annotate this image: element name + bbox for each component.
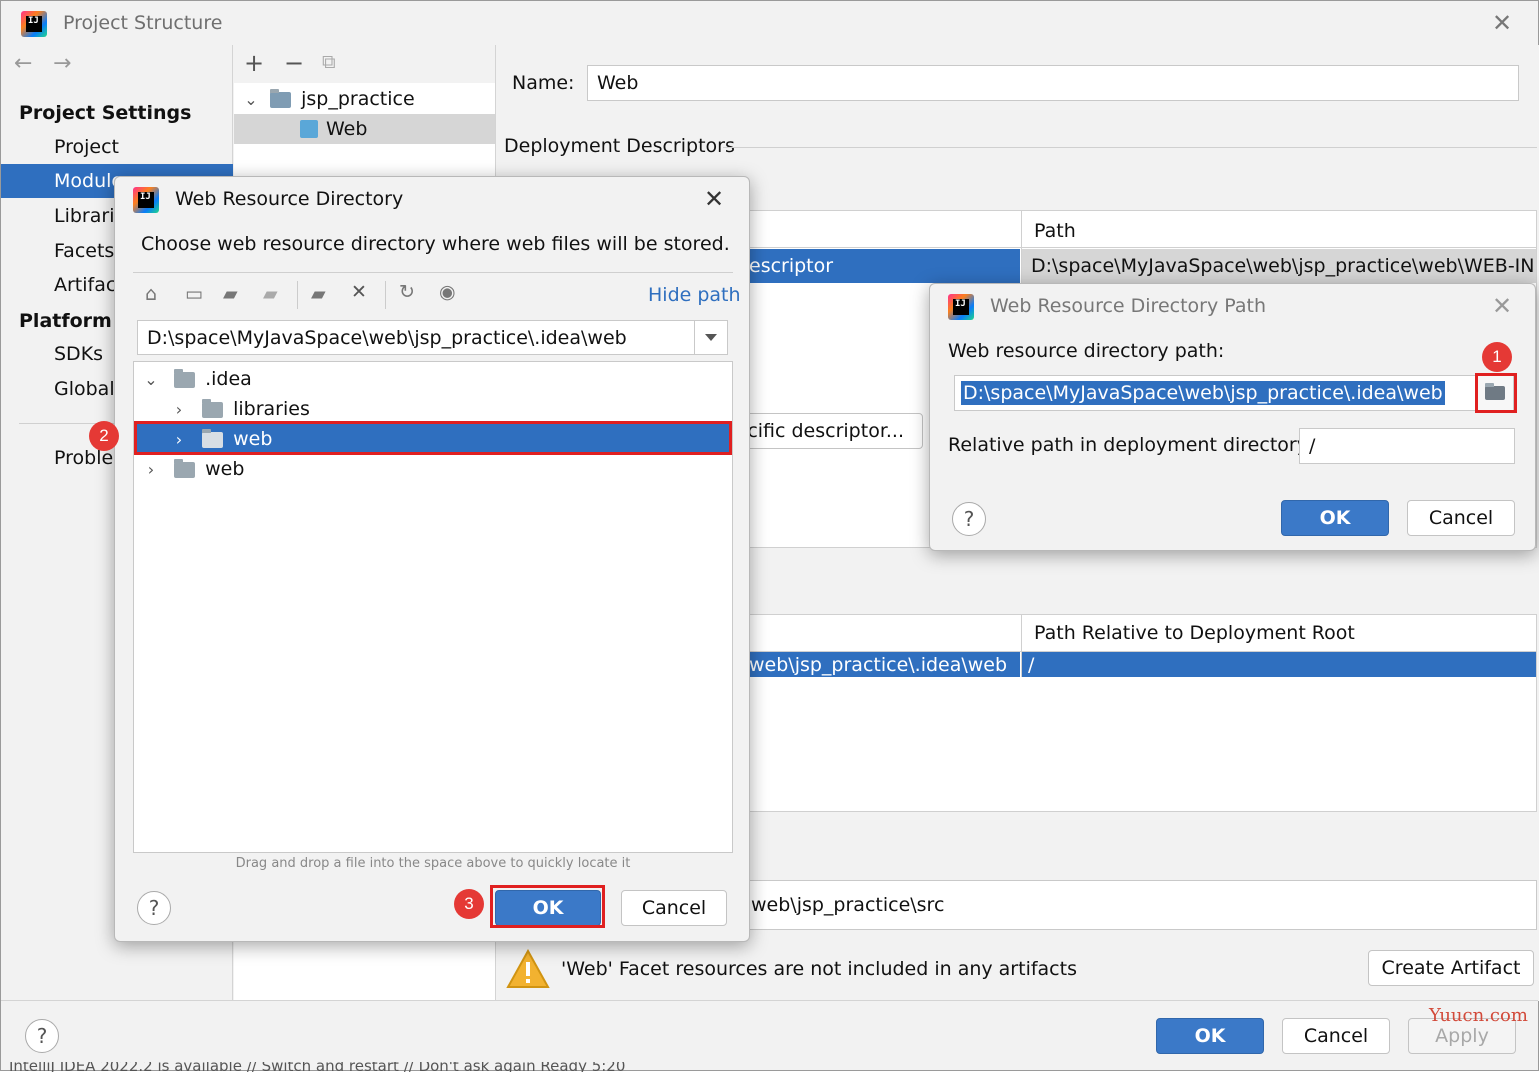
tree-node-label: Web [326,118,368,140]
chevron-down-icon: ⌄ [144,370,158,389]
drag-drop-hint: Drag and drop a file into the space abov… [235,856,631,871]
nav-item-project[interactable]: Project [1,130,233,164]
step-marker-1: 1 [1482,342,1512,372]
path-cancel-button[interactable]: Cancel [1407,500,1515,536]
tree-node-libraries[interactable]: › libraries [170,394,310,424]
chevron-right-icon: › [147,460,155,479]
web-resource-directory-dialog: IJ Web Resource Directory ✕ Choose web r… [114,176,750,942]
chooser-cancel-button[interactable]: Cancel [621,890,727,926]
highlight-web-folder [134,421,732,455]
tree-node-jsp-practice[interactable]: ⌄ jsp_practice [242,84,415,114]
highlight-ok-button [490,885,605,928]
help-icon[interactable]: ? [25,1019,59,1053]
folder-icon [174,368,196,388]
help-icon[interactable]: ? [137,891,171,925]
help-icon[interactable]: ? [952,502,986,536]
intellij-logo-icon: IJ [21,11,47,37]
show-hidden-icon[interactable]: ◉ [439,281,456,303]
create-artifact-button[interactable]: Create Artifact [1368,950,1534,986]
selected-path-text: D:\space\MyJavaSpace\web\jsp_practice\.i… [961,381,1445,405]
descriptor-row-path[interactable]: D:\space\MyJavaSpace\web\jsp_practice\we… [1022,249,1536,283]
remove-icon[interactable]: − [284,49,304,77]
resource-row-relative[interactable]: / [1022,652,1536,677]
add-icon[interactable]: + [244,49,264,77]
tree-node-idea[interactable]: ⌄ .idea [142,364,252,394]
tree-node-web[interactable]: Web [300,114,367,144]
hide-path-link[interactable]: Hide path [648,284,741,306]
ok-button[interactable]: OK [1156,1018,1264,1054]
project-folder-icon[interactable]: ▰ [223,283,238,305]
folder-icon [202,398,224,418]
path-label: Web resource directory path: [948,340,1225,362]
step-marker-2: 2 [89,421,119,451]
copy-icon[interactable]: ⧉ [322,51,336,73]
dialog-title: Web Resource Directory Path [990,295,1266,317]
relative-path-label: Relative path in deployment directory: [948,434,1313,456]
toolbar-separator [385,281,386,309]
chevron-down-icon [705,334,717,341]
module-folder-icon [270,88,292,108]
close-icon[interactable]: ✕ [1492,294,1512,318]
title-bar: IJ Project Structure ✕ [1,1,1538,45]
toolbar-separator [297,281,298,309]
chooser-path-field[interactable]: D:\space\MyJavaSpace\web\jsp_practice\.i… [137,320,695,355]
intellij-logo-icon: IJ [133,187,159,213]
web-facet-icon [300,120,318,138]
web-resource-directory-path-dialog: IJ Web Resource Directory Path ✕ Web res… [929,283,1536,551]
relative-path-field[interactable]: / [1299,428,1515,464]
folder-icon [174,458,196,478]
name-label: Name: [512,72,575,94]
platform-settings-heading: Platform Settings [19,310,119,332]
highlight-browse-button [1475,373,1517,413]
column-header-path: Path [1034,220,1076,242]
close-icon[interactable]: ✕ [1492,11,1512,35]
refresh-icon[interactable]: ↻ [399,281,415,303]
heading-rule [723,147,1537,148]
dialog-title: Web Resource Directory [175,188,404,210]
column-header-relative-path: Path Relative to Deployment Root [1034,622,1355,644]
back-arrow-icon[interactable]: ← [14,51,32,76]
dialog-description: Choose web resource directory where web … [141,233,730,255]
module-folder-icon[interactable]: ▰ [263,283,278,305]
deployment-descriptors-heading: Deployment Descriptors [504,135,735,157]
tree-node-label: jsp_practice [301,88,415,110]
toolbar-rule [133,272,733,273]
desktop-icon[interactable]: ▭ [185,283,203,305]
step-marker-3: 3 [454,889,484,919]
watermark: Yuucn.com [1429,1005,1528,1026]
project-settings-heading: Project Settings [19,102,192,124]
path-history-dropdown[interactable] [694,320,728,355]
path-ok-button[interactable]: OK [1281,500,1389,536]
new-folder-icon[interactable]: ▰ [311,283,326,305]
window-title: Project Structure [63,12,223,34]
intellij-logo-icon: IJ [948,294,974,320]
warning-icon [506,949,550,988]
name-field[interactable]: Web [587,65,1519,101]
path-field[interactable]: D:\space\MyJavaSpace\web\jsp_practice\.i… [954,375,1476,411]
footer-divider [1,1000,1538,1001]
forward-arrow-icon[interactable]: → [53,51,71,76]
close-icon[interactable]: ✕ [704,187,724,211]
warning-text: 'Web' Facet resources are not included i… [561,958,1077,980]
tree-node-web[interactable]: › web [142,454,245,484]
home-icon[interactable]: ⌂ [145,283,157,305]
chevron-down-icon: ⌄ [244,90,258,109]
add-server-descriptor-button[interactable]: ecific descriptor... [726,413,923,449]
delete-icon[interactable]: ✕ [351,281,367,303]
cancel-button[interactable]: Cancel [1282,1018,1390,1054]
